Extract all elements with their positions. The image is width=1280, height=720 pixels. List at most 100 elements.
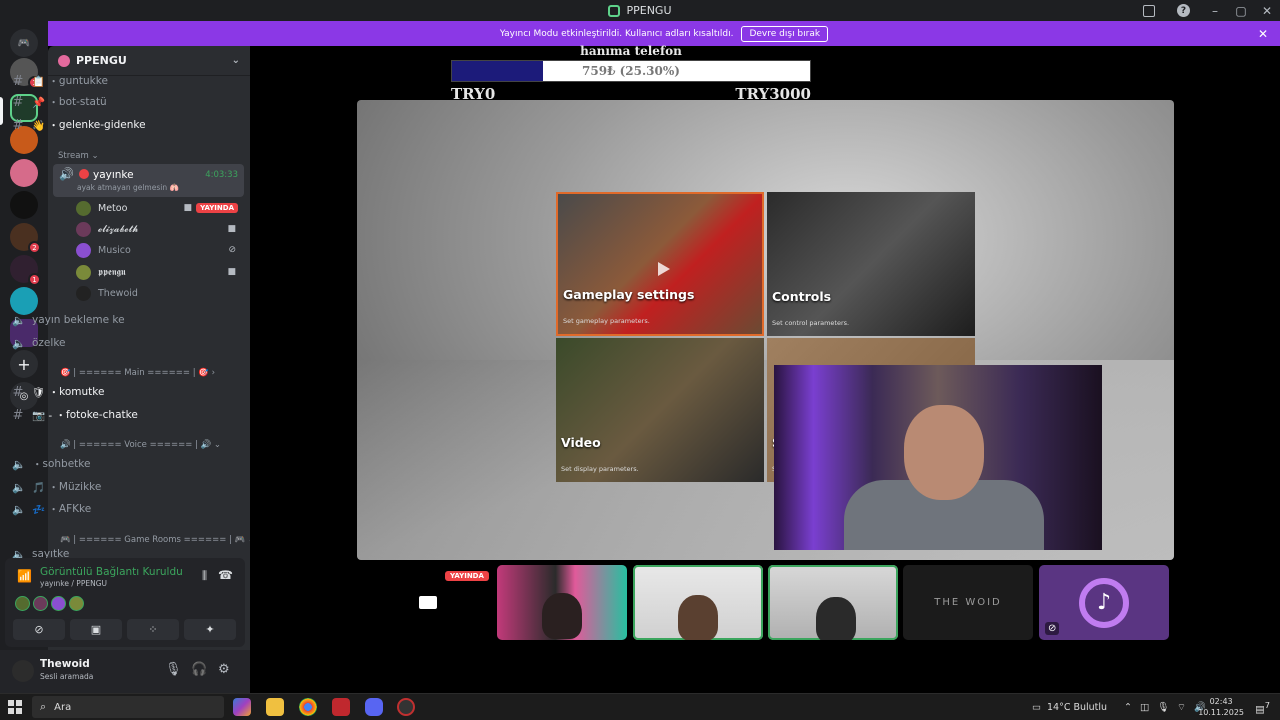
voice-member-thewoid[interactable]: Thewoid bbox=[76, 283, 244, 303]
server-avatar-4[interactable]: 1 bbox=[10, 255, 41, 286]
donation-progress-bar: 759₺ (25.30%) bbox=[451, 60, 811, 82]
weather-widget[interactable]: ▭ 14°C Bulutlu bbox=[1032, 694, 1107, 720]
participant-avatar[interactable] bbox=[15, 596, 30, 611]
channel-komutke[interactable]: # 🛡 ・ komutke bbox=[6, 382, 196, 402]
window-title: PPENGU bbox=[626, 4, 672, 17]
participant-avatar[interactable] bbox=[69, 596, 84, 611]
participant-video-metoo[interactable] bbox=[633, 565, 763, 640]
voice-channel-partial[interactable]: 🔈 sayıtke bbox=[6, 549, 196, 558]
windows-start-icon[interactable] bbox=[8, 700, 22, 714]
avatar bbox=[76, 242, 91, 258]
participant-figure bbox=[816, 597, 856, 640]
network-icon[interactable]: ◫ bbox=[1140, 702, 1149, 713]
notification-icon[interactable]: ▤7 bbox=[1255, 700, 1270, 715]
add-server-icon[interactable]: + bbox=[10, 350, 38, 378]
banner-text: Yayıncı Modu etkinleştirildi. Kullanıcı … bbox=[499, 28, 734, 39]
participant-avatar[interactable] bbox=[51, 596, 66, 611]
voice-location[interactable]: yayınke / PPENGU bbox=[40, 579, 107, 588]
channel-gelenke-gidenke[interactable]: # 👋 ・ gelenke-gidenke bbox=[6, 115, 196, 135]
help-icon[interactable]: ? bbox=[1177, 4, 1190, 17]
speaker-icon: 🔊 bbox=[59, 167, 74, 181]
chrome-icon[interactable] bbox=[299, 698, 317, 716]
menu-tile-controls[interactable]: Controls Set control parameters. bbox=[767, 192, 975, 336]
channel-bot-statu[interactable]: # 📌 ・ bot-statü bbox=[6, 92, 196, 112]
participant-avatar[interactable] bbox=[33, 596, 48, 611]
user-status: Sesli aramada bbox=[40, 672, 94, 681]
voice-channel-afkke[interactable]: 🔈 💤 ・ AFKke bbox=[6, 499, 196, 519]
voice-channel-yayinke[interactable]: 🔊 yayınke ayak atmayan gelmesin 🫁 4:03:3… bbox=[53, 164, 244, 197]
taskbar-search[interactable]: ⌕ Ara bbox=[32, 696, 224, 718]
taskbar-clock[interactable]: 02:43 10.11.2025 bbox=[1198, 696, 1244, 718]
camera-icon: ■ bbox=[183, 203, 192, 213]
inbox-icon[interactable] bbox=[1143, 4, 1155, 17]
hash-icon: # bbox=[12, 73, 24, 89]
participant-musico[interactable]: ♪ ⊘ bbox=[1039, 565, 1169, 640]
participant-video-ppengu[interactable] bbox=[768, 565, 898, 640]
participant-video-elizabeth[interactable] bbox=[497, 565, 627, 640]
voice-member-metoo[interactable]: Metoo ■ YAYINDA bbox=[76, 198, 244, 218]
server-boost-icon bbox=[58, 54, 70, 67]
voice-channel-ozelke[interactable]: 🔈 özelke bbox=[6, 333, 196, 353]
channel-guntukke[interactable]: # 📋 ・ guntukke bbox=[6, 71, 196, 91]
voice-channel-name: yayınke bbox=[93, 169, 134, 181]
settings-gear-icon[interactable]: ⚙ bbox=[218, 662, 230, 677]
play-icon bbox=[658, 262, 670, 276]
voice-member-musico[interactable]: Musico ⊘ bbox=[76, 240, 244, 260]
camera-icon: ■ bbox=[227, 224, 236, 234]
microphone-icon[interactable]: 🎙 bbox=[165, 662, 182, 677]
maximize-button[interactable]: ▢ bbox=[1228, 0, 1254, 21]
soundboard-button[interactable]: ✦ bbox=[184, 619, 236, 640]
category-stream[interactable]: Stream ⌄ bbox=[58, 151, 99, 161]
wifi-icon[interactable]: ⌔ bbox=[1177, 702, 1186, 713]
voice-connection-panel: 📶 Görüntülü Bağlantı Kuruldu yayınke / P… bbox=[5, 558, 245, 647]
avatar bbox=[76, 200, 91, 216]
microphone-icon[interactable]: 🎙 bbox=[1157, 702, 1169, 713]
category-main[interactable]: 🎯 | ====== Main ====== | 🎯 › bbox=[60, 368, 215, 378]
screen-share-button[interactable]: ▣ bbox=[70, 619, 122, 640]
webcam-person-face bbox=[904, 405, 984, 500]
menu-tile-video[interactable]: Video Set display parameters. bbox=[556, 338, 764, 482]
server-avatar-3[interactable]: 2 bbox=[10, 223, 41, 254]
voice-channel-muzikke[interactable]: 🔈 🎵 ・ Müzikke bbox=[6, 477, 196, 497]
avatar[interactable] bbox=[12, 660, 34, 682]
participant-thewoid[interactable]: THE WOID bbox=[903, 565, 1033, 640]
hash-icon: # bbox=[12, 117, 24, 133]
voice-member-ppengu[interactable]: 𝖕𝖕𝖊𝖓𝖌𝖚 ■ bbox=[76, 262, 244, 282]
voice-channel-yayin-bekleme[interactable]: 🔈 yayın bekleme ke bbox=[6, 310, 196, 330]
hash-icon: # bbox=[12, 407, 24, 423]
voicemeeter-icon[interactable] bbox=[332, 698, 350, 716]
voice-channel-sohbetke[interactable]: 🔈 ・ sohbetke bbox=[6, 454, 196, 474]
disable-streamer-mode-button[interactable]: Devre dışı bırak bbox=[741, 25, 829, 42]
user-panel: Thewoid Sesli aramada 🎙 🎧 ⚙ bbox=[0, 650, 250, 693]
speaker-icon: 🔈 bbox=[12, 337, 26, 350]
server-name: PPENGU bbox=[76, 54, 127, 67]
discord-taskbar-icon[interactable] bbox=[365, 698, 383, 716]
voice-channel-status: ayak atmayan gelmesin 🫁 bbox=[77, 183, 179, 192]
voice-member-elizabeth[interactable]: 𝓮𝓵𝓲𝔃𝓪𝓫𝓮𝓽𝓱 ■ bbox=[76, 219, 244, 239]
copilot-icon[interactable] bbox=[233, 698, 251, 716]
participant-figure bbox=[678, 595, 718, 640]
chevron-up-icon[interactable]: ⌃ bbox=[1124, 702, 1132, 713]
system-tray[interactable]: ⌃ ◫ 🎙 ⌔ 🔊 bbox=[1124, 694, 1206, 720]
server-avatar-2[interactable] bbox=[10, 159, 38, 187]
file-explorer-icon[interactable] bbox=[266, 698, 284, 716]
headphones-icon[interactable]: 🎧 bbox=[191, 662, 207, 677]
category-voice[interactable]: 🔊 | ====== Voice ====== | 🔊 ⌄ bbox=[60, 440, 221, 450]
activities-button[interactable]: ⁘ bbox=[127, 619, 179, 640]
speaker-icon: 🔈 bbox=[12, 549, 26, 558]
camera-off-button[interactable]: ⊘ bbox=[13, 619, 65, 640]
minimize-button[interactable]: – bbox=[1202, 0, 1228, 21]
disconnect-icon[interactable]: ☎ bbox=[218, 568, 233, 582]
noise-suppression-icon[interactable]: ⫼ bbox=[202, 569, 207, 583]
hash-icon: # bbox=[12, 384, 24, 400]
close-banner-icon[interactable]: ✕ bbox=[1258, 27, 1268, 41]
voice-status[interactable]: Görüntülü Bağlantı Kuruldu bbox=[40, 566, 183, 578]
close-window-button[interactable]: ✕ bbox=[1254, 0, 1280, 21]
app-root: PPENGU ? – ▢ ✕ Yayıncı Modu etkinleştiri… bbox=[0, 0, 1280, 720]
obs-icon[interactable] bbox=[397, 698, 415, 716]
channel-fotoke-chatke[interactable]: # 📷 - ・ fotoke-chatke bbox=[6, 405, 196, 425]
server-thewoid-icon[interactable] bbox=[10, 191, 38, 219]
user-name[interactable]: Thewoid bbox=[40, 658, 90, 670]
discord-home-icon[interactable]: 🎮 bbox=[10, 29, 38, 57]
category-game-rooms[interactable]: 🎮 | ====== Game Rooms ====== | 🎮 ⌄ bbox=[60, 535, 255, 545]
